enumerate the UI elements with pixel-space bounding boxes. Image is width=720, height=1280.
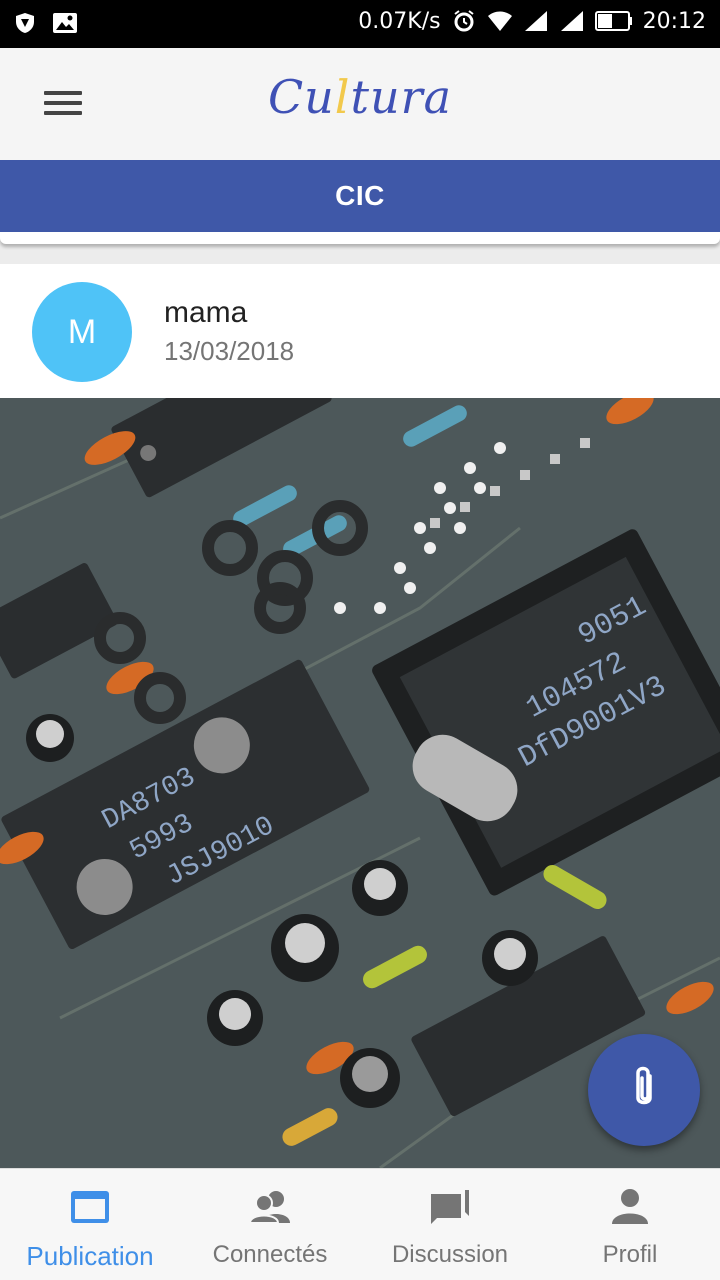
divider [0,232,720,244]
publication-icon [68,1185,112,1229]
status-bar: 0.07K/s 20:12 [0,0,720,48]
section-title-bar: CIC [0,160,720,232]
signal-icon [559,8,585,34]
status-time: 20:12 [642,8,706,34]
avatar[interactable]: M [32,282,132,382]
nav-item-profil[interactable]: Profil [540,1169,720,1280]
nav-item-discussion[interactable]: Discussion [360,1169,540,1280]
nav-item-connectes[interactable]: Connectés [180,1169,360,1280]
post-header[interactable]: M mama 13/03/2018 [0,264,720,398]
post-date: 13/03/2018 [164,336,295,366]
nav-label-profil: Profil [602,1241,658,1268]
app-bar: Cultura [0,48,720,160]
nav-label-discussion: Discussion [391,1241,509,1268]
network-speed: 0.07K/s [358,8,441,34]
battery-icon [594,8,633,34]
post-author: mama [164,296,248,329]
person-icon [608,1185,652,1229]
nav-label-publication: Publication [26,1241,154,1271]
people-icon [248,1185,292,1229]
chat-icon [428,1185,472,1229]
attach-button[interactable] [588,1034,700,1146]
attachment-icon [624,1064,664,1117]
wifi-icon [487,8,513,34]
shield-app-icon [12,10,38,36]
nav-item-publication[interactable]: Publication [0,1169,180,1280]
image-icon [52,10,78,36]
alarm-icon [451,8,477,34]
app-logo: Cultura [267,70,453,124]
signal-icon [523,8,549,34]
nav-label-connectes: Connectés [212,1241,328,1268]
section-title: CIC [335,180,385,211]
bottom-navigation: Publication Connectés Discussion Profil [0,1168,720,1280]
